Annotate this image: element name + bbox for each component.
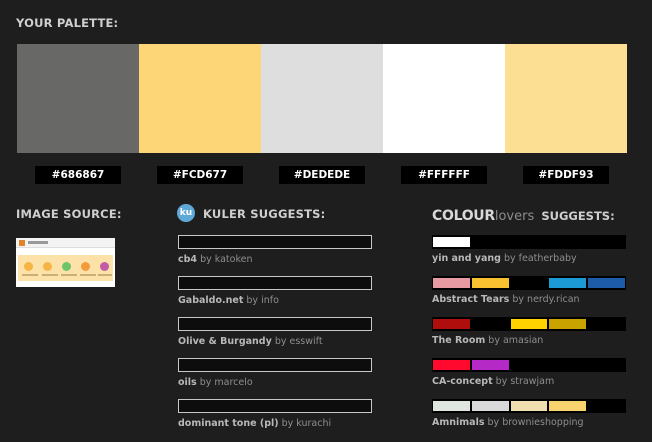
colourlovers-suggests: SUGGESTS: [541, 209, 615, 223]
theme-name[interactable]: Olive & Burgandy [178, 336, 272, 347]
palette-author: by nerdy.rican [512, 294, 580, 305]
palette-color-segment [471, 360, 509, 370]
palette-author: by featherbaby [504, 253, 577, 264]
palette-name[interactable]: CA-concept [432, 376, 493, 387]
kuler-item[interactable]: oils by marcelo [178, 358, 374, 388]
palette-name[interactable]: Amnimals [432, 417, 485, 428]
palette-swatch[interactable] [139, 44, 261, 153]
theme-author: by kurachi [281, 418, 332, 429]
theme-author: by esswift [274, 336, 323, 347]
thumb-line [80, 274, 96, 276]
palette-color-segment [471, 319, 509, 329]
palette-author: by amasian [488, 335, 544, 346]
kuler-logo-icon: ku [177, 204, 195, 222]
palette-color-segment [471, 278, 509, 288]
palette-color-segment [549, 360, 587, 370]
theme-name[interactable]: Gabaldo.net [178, 295, 243, 306]
colourlovers-item[interactable]: yin and yang by featherbaby [432, 235, 628, 264]
palette-title: YOUR PALETTE: [16, 16, 119, 30]
kuler-swatch-bar[interactable] [178, 399, 372, 413]
thumb-logo [19, 240, 25, 246]
palette-color-segment [471, 237, 509, 247]
thumb-line [42, 274, 58, 276]
thumb-line [98, 274, 112, 276]
palette-swatch[interactable] [261, 44, 383, 153]
hex-label: #FFFFFF [401, 166, 487, 184]
thumb-dot [43, 262, 52, 271]
colourlovers-swatch-bar[interactable] [432, 235, 626, 249]
palette-swatches [17, 44, 627, 153]
palette-swatch[interactable] [505, 44, 627, 153]
kuler-item[interactable]: dominant tone (pl) by kurachi [178, 399, 374, 429]
theme-author: by marcelo [199, 377, 253, 388]
kuler-swatch-bar[interactable] [178, 235, 372, 249]
palette-color-segment [510, 278, 548, 288]
kuler-title: KULER SUGGESTS: [203, 207, 326, 221]
palette-name[interactable]: yin and yang [432, 253, 501, 264]
theme-name[interactable]: dominant tone (pl) [178, 418, 279, 429]
kuler-swatch-bar[interactable] [178, 358, 372, 372]
colourlovers-brand-suffix: lovers [494, 209, 535, 224]
image-source-title: IMAGE SOURCE: [16, 207, 122, 221]
palette-color-segment [510, 401, 548, 411]
image-source-thumbnail[interactable] [16, 238, 115, 287]
kuler-swatch-bar[interactable] [178, 317, 372, 331]
hex-label: #686867 [35, 166, 121, 184]
kuler-item[interactable]: Gabaldo.net by info [178, 276, 374, 306]
palette-swatch[interactable] [383, 44, 505, 153]
theme-author: by katoken [200, 254, 253, 265]
palette-color-segment [433, 401, 470, 411]
palette-color-segment [588, 237, 625, 247]
thumb-dot [24, 262, 33, 271]
colourlovers-title: COLOURlovers SUGGESTS: [432, 205, 615, 224]
palette-color-segment [433, 278, 470, 288]
palette-color-segment [510, 319, 548, 329]
colourlovers-item[interactable]: Amnimals by brownieshopping [432, 399, 628, 428]
thumb-line [22, 274, 38, 276]
kuler-item[interactable]: cb4 by katoken [178, 235, 374, 265]
thumb-dot [62, 262, 71, 271]
theme-name[interactable]: oils [178, 377, 197, 388]
thumb-line [61, 274, 77, 276]
palette-swatch[interactable] [17, 44, 139, 153]
palette-color-segment [588, 278, 625, 288]
colourlovers-item[interactable]: Abstract Tears by nerdy.rican [432, 276, 628, 305]
theme-name[interactable]: cb4 [178, 254, 197, 265]
colourlovers-swatch-bar[interactable] [432, 399, 626, 413]
palette-color-segment [588, 360, 625, 370]
theme-author: by info [246, 295, 279, 306]
hex-label: #FCD677 [157, 166, 243, 184]
thumb-dot [81, 262, 90, 271]
colourlovers-swatch-bar[interactable] [432, 317, 626, 331]
palette-color-segment [549, 237, 587, 247]
palette-author: by brownieshopping [487, 417, 584, 428]
kuler-swatch-bar[interactable] [178, 276, 372, 290]
palette-color-segment [471, 401, 509, 411]
palette-color-segment [549, 401, 587, 411]
palette-name[interactable]: Abstract Tears [432, 294, 509, 305]
palette-color-segment [588, 319, 625, 329]
palette-color-segment [433, 360, 470, 370]
colourlovers-swatch-bar[interactable] [432, 358, 626, 372]
colourlovers-brand: COLOUR [432, 208, 495, 224]
palette-color-segment [549, 278, 587, 288]
hex-labels: #686867 #FCD677 #DEDEDE #FFFFFF #FDDF93 [17, 166, 627, 184]
thumb-nav [28, 241, 48, 244]
hex-label: #DEDEDE [279, 166, 365, 184]
palette-color-segment [510, 237, 548, 247]
colourlovers-item[interactable]: CA-concept by strawjam [432, 358, 628, 387]
palette-color-segment [549, 319, 587, 329]
hex-label: #FDDF93 [523, 166, 609, 184]
palette-name[interactable]: The Room [432, 335, 485, 346]
thumb-dot [100, 262, 109, 271]
palette-author: by strawjam [495, 376, 555, 387]
kuler-item[interactable]: Olive & Burgandy by esswift [178, 317, 374, 347]
palette-color-segment [433, 237, 470, 247]
palette-color-segment [588, 401, 625, 411]
palette-color-segment [510, 360, 548, 370]
colourlovers-swatch-bar[interactable] [432, 276, 626, 290]
colourlovers-item[interactable]: The Room by amasian [432, 317, 628, 346]
palette-color-segment [433, 319, 470, 329]
